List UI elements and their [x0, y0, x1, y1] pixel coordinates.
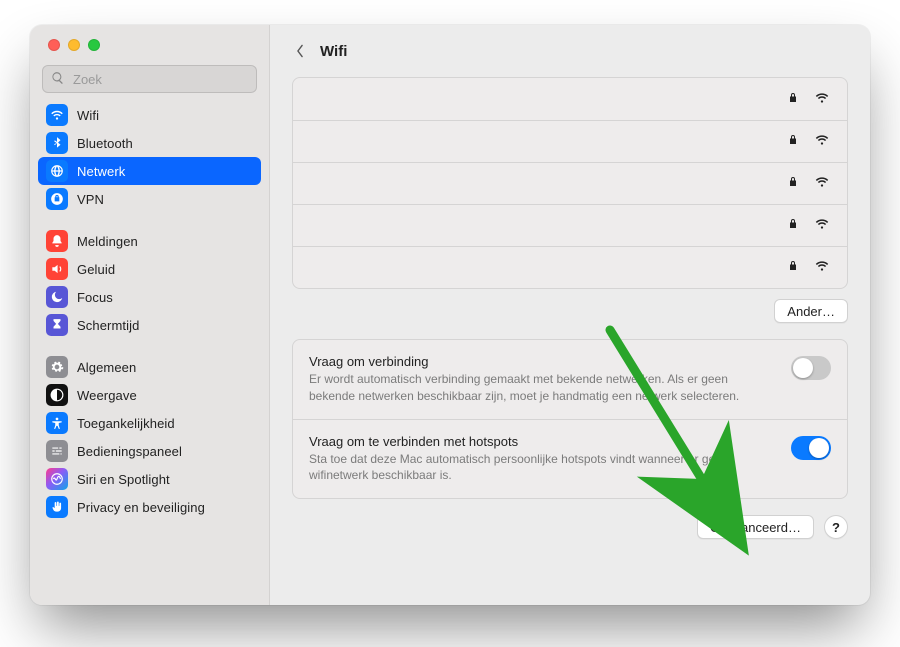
- sidebar-item-wifi[interactable]: Wifi: [38, 101, 261, 129]
- sidebar-item-label: Meldingen: [77, 234, 138, 249]
- sidebar-item-label: Focus: [77, 290, 113, 305]
- sidebar-item-bluetooth[interactable]: Bluetooth: [38, 129, 261, 157]
- system-settings-window: Wifi Bluetooth Netwerk VPN Meldingen Geluid Fo…: [30, 25, 870, 605]
- bluetooth-icon: [46, 132, 68, 154]
- sidebar-item-label: VPN: [77, 192, 104, 207]
- moon-icon: [46, 286, 68, 308]
- sidebar-item-meldingen[interactable]: Meldingen: [38, 227, 261, 255]
- option-ask_join: Vraag om verbinding Er wordt automatisch …: [293, 340, 847, 419]
- network-row[interactable]: [293, 204, 847, 246]
- network-row[interactable]: [293, 78, 847, 120]
- lock-icon: [787, 217, 799, 234]
- sidebar-item-geluid[interactable]: Geluid: [38, 255, 261, 283]
- close-window-button[interactable]: [48, 39, 60, 51]
- lock-icon: [787, 133, 799, 150]
- sidebar-item-netwerk[interactable]: Netwerk: [38, 157, 261, 185]
- toggle-ask_hotspot[interactable]: [791, 436, 831, 460]
- sidebar-item-label: Bedieningspaneel: [77, 444, 182, 459]
- wifi-icon: [46, 104, 68, 126]
- lock-icon: [787, 91, 799, 108]
- sidebar-item-label: Weergave: [77, 388, 137, 403]
- titlebar: Wifi: [270, 25, 870, 77]
- vpn-icon: [46, 188, 68, 210]
- theme-icon: [46, 384, 68, 406]
- sidebar-item-privacy[interactable]: Privacy en beveiliging: [38, 493, 261, 521]
- sidebar-item-toegankelijkheid[interactable]: Toegankelijkheid: [38, 409, 261, 437]
- minimize-window-button[interactable]: [68, 39, 80, 51]
- sidebar-item-label: Algemeen: [77, 360, 136, 375]
- lock-icon: [787, 175, 799, 192]
- network-row[interactable]: [293, 120, 847, 162]
- globe-icon: [46, 160, 68, 182]
- sidebar-item-bediening[interactable]: Bedieningspaneel: [38, 437, 261, 465]
- option-title: Vraag om te verbinden met hotspots: [309, 434, 777, 449]
- back-button[interactable]: [288, 39, 312, 63]
- window-traffic-lights: [30, 25, 269, 59]
- help-button[interactable]: ?: [824, 515, 848, 539]
- lock-icon: [787, 259, 799, 276]
- network-row[interactable]: [293, 162, 847, 204]
- wifi-signal-icon: [813, 91, 831, 108]
- zoom-window-button[interactable]: [88, 39, 100, 51]
- toggle-ask_join[interactable]: [791, 356, 831, 380]
- sliders-icon: [46, 440, 68, 462]
- option-description: Er wordt automatisch verbinding gemaakt …: [309, 371, 769, 405]
- wifi-signal-icon: [813, 217, 831, 234]
- option-ask_hotspot: Vraag om te verbinden met hotspots Sta to…: [293, 419, 847, 499]
- siri-icon: [46, 468, 68, 490]
- sidebar-item-label: Privacy en beveiliging: [77, 500, 205, 515]
- speaker-icon: [46, 258, 68, 280]
- hourglass-icon: [46, 314, 68, 336]
- sidebar-item-siri[interactable]: Siri en Spotlight: [38, 465, 261, 493]
- advanced-button[interactable]: Geavanceerd…: [697, 515, 814, 539]
- hand-icon: [46, 496, 68, 518]
- wifi-signal-icon: [813, 259, 831, 276]
- sidebar-item-label: Netwerk: [77, 164, 125, 179]
- bell-icon: [46, 230, 68, 252]
- sidebar-item-label: Wifi: [77, 108, 99, 123]
- options-panel: Vraag om verbinding Er wordt automatisch …: [292, 339, 848, 499]
- page-title: Wifi: [320, 43, 347, 60]
- search-icon: [51, 71, 71, 88]
- access-icon: [46, 412, 68, 434]
- sidebar-item-label: Toegankelijkheid: [77, 416, 175, 431]
- other-network-button[interactable]: Ander…: [774, 299, 848, 323]
- sidebar-item-label: Bluetooth: [77, 136, 133, 151]
- main-content: Wifi Ander… Vraag om verbinding Er wordt …: [270, 25, 870, 605]
- sidebar-item-label: Siri en Spotlight: [77, 472, 170, 487]
- gear-icon: [46, 356, 68, 378]
- sidebar-item-focus[interactable]: Focus: [38, 283, 261, 311]
- sidebar: Wifi Bluetooth Netwerk VPN Meldingen Geluid Fo…: [30, 25, 270, 605]
- option-title: Vraag om verbinding: [309, 354, 777, 369]
- sidebar-item-algemeen[interactable]: Algemeen: [38, 353, 261, 381]
- sidebar-item-label: Schermtijd: [77, 318, 139, 333]
- sidebar-item-schermtijd[interactable]: Schermtijd: [38, 311, 261, 339]
- network-row[interactable]: [293, 246, 847, 288]
- sidebar-item-label: Geluid: [77, 262, 115, 277]
- networks-panel: [292, 77, 848, 289]
- wifi-signal-icon: [813, 175, 831, 192]
- option-description: Sta toe dat deze Mac automatisch persoon…: [309, 451, 769, 485]
- wifi-signal-icon: [813, 133, 831, 150]
- search-input[interactable]: [71, 71, 251, 88]
- search-field[interactable]: [42, 65, 257, 93]
- sidebar-item-vpn[interactable]: VPN: [38, 185, 261, 213]
- sidebar-item-weergave[interactable]: Weergave: [38, 381, 261, 409]
